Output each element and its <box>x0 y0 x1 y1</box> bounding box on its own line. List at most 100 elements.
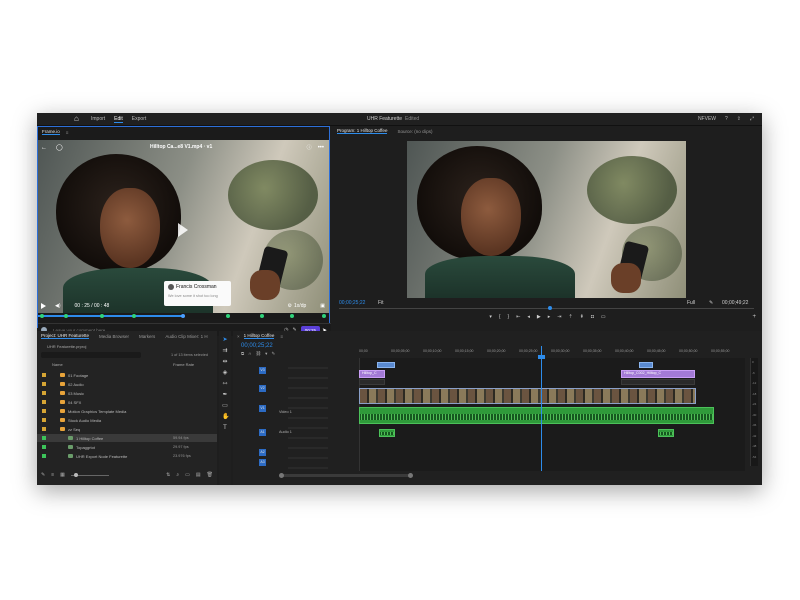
snap-icon[interactable]: ∩ <box>248 351 251 357</box>
compare-icon[interactable]: ▭ <box>601 314 606 320</box>
add-button-icon[interactable]: + <box>752 314 756 320</box>
list-item[interactable]: Motion Graphics Template Media <box>37 407 217 415</box>
marker[interactable] <box>40 314 44 318</box>
link-icon[interactable]: ⛓ <box>255 351 261 357</box>
tab-export[interactable]: Export <box>132 116 146 122</box>
panel-menu-icon[interactable]: ≡ <box>66 130 69 135</box>
tab-frameio[interactable]: Frame.io <box>42 129 60 135</box>
marker[interactable] <box>132 314 136 318</box>
tab-sequence[interactable]: 1 Hilltop Coffee <box>243 333 275 339</box>
nest-icon[interactable]: ⧉ <box>241 351 244 357</box>
play-overlay-icon[interactable] <box>178 223 188 237</box>
track-target-a1[interactable]: A1 <box>259 429 266 436</box>
program-video[interactable] <box>407 141 686 298</box>
step-back-icon[interactable]: ◂ <box>527 314 530 320</box>
volume-icon[interactable]: ◀) <box>55 303 61 309</box>
comment-markers[interactable] <box>38 313 329 319</box>
tab-markers[interactable]: Markers <box>139 334 155 339</box>
timeline-playhead[interactable] <box>541 346 542 471</box>
frameio-file-name[interactable]: Hilltop Ca...e8 V1.mp4 · v1 <box>150 144 212 150</box>
new-item-icon[interactable]: ▤ <box>196 472 201 478</box>
time-ruler[interactable]: 00;00 00;00;05;00 00;00;10;00 00;00;15;00 00… <box>359 349 740 355</box>
marker[interactable] <box>226 314 230 318</box>
sort-icon[interactable]: ⇅ <box>166 472 170 478</box>
share-icon[interactable]: ⇪ <box>737 116 741 122</box>
tab-audio-mixer[interactable]: Audio Clip Mixer: 1 H <box>165 334 207 339</box>
search-icon[interactable]: ⌕ <box>176 472 179 478</box>
go-to-in-icon[interactable]: ⇤ <box>516 314 520 320</box>
column-name[interactable]: Name <box>52 362 63 367</box>
play-icon[interactable] <box>41 303 46 309</box>
track-target-a3[interactable]: A3 <box>259 459 266 466</box>
scroll-handle-left[interactable] <box>279 473 284 478</box>
track-target-video[interactable]: V1 <box>259 405 266 412</box>
scroll-handle-right[interactable] <box>408 473 413 478</box>
zoom-slider[interactable] <box>70 472 109 477</box>
export-frame-icon[interactable]: ◘ <box>591 314 594 320</box>
fullscreen-video-icon[interactable]: ▣ <box>320 303 325 309</box>
lift-icon[interactable]: ⇡ <box>568 314 572 320</box>
marker[interactable] <box>100 314 104 318</box>
clip-v3[interactable] <box>377 362 395 368</box>
settings-icon[interactable]: ⚙ <box>288 303 292 309</box>
playhead-handle[interactable] <box>538 355 545 359</box>
settings-wrench-icon[interactable]: ✎ <box>709 300 713 306</box>
back-arrow-icon[interactable]: ← <box>41 145 47 151</box>
fit-select[interactable]: Fit <box>378 300 384 306</box>
play-button[interactable]: ▶ <box>537 314 541 320</box>
marker-add-icon[interactable]: ▾ <box>265 351 267 357</box>
mark-out-icon[interactable]: } <box>508 314 510 320</box>
list-item[interactable]: zz Seq <box>37 425 217 433</box>
razor-icon[interactable]: ◈ <box>222 370 228 376</box>
pen-icon[interactable]: ✒ <box>222 392 228 398</box>
list-item[interactable]: Topaggrtot 29.97 fps <box>37 443 217 451</box>
tab-import[interactable]: Import <box>91 116 105 122</box>
tab-program[interactable]: Program: 1 Hilltop Coffee <box>337 128 388 134</box>
speed-label[interactable]: 1x/dp <box>294 303 306 309</box>
list-item[interactable]: UHR Export Node Featurette 23.976 fps <box>37 452 217 460</box>
info-icon[interactable]: ⓘ <box>307 144 312 151</box>
fullscreen-icon[interactable]: ⤢ <box>750 116 754 122</box>
clip-v1-overlay[interactable] <box>359 379 385 385</box>
list-item[interactable]: 04 SFX <box>37 398 217 406</box>
marker-icon[interactable]: ▾ <box>489 314 492 320</box>
clip-audio-2[interactable] <box>379 429 395 437</box>
clip-v3[interactable] <box>639 362 653 368</box>
trash-icon[interactable]: 🗑 <box>207 472 213 478</box>
track-target-v2[interactable]: V3 <box>259 367 266 374</box>
tab-edit[interactable]: Edit <box>114 116 123 123</box>
clip-v2[interactable]: Hilltop_C002_Hilltop_C <box>621 370 695 378</box>
list-item[interactable]: 02 Audio <box>37 380 217 388</box>
program-scrubber[interactable] <box>339 306 754 310</box>
clip-v2[interactable]: Hilltop_C <box>359 370 385 378</box>
horizontal-scrollbar[interactable] <box>281 474 411 477</box>
track-toggles[interactable] <box>288 359 328 469</box>
playhead-marker[interactable] <box>548 306 552 310</box>
close-icon[interactable]: × <box>237 334 240 339</box>
clip-video-1[interactable] <box>359 388 696 404</box>
list-item[interactable]: 03 Music <box>37 389 217 397</box>
marker[interactable] <box>181 314 185 318</box>
selection-tool-icon[interactable]: ➤ <box>222 337 228 343</box>
list-view-icon[interactable]: ≡ <box>51 472 54 478</box>
marker[interactable] <box>290 314 294 318</box>
comment-icon[interactable]: ◯ <box>56 144 63 151</box>
track-target-v3[interactable] <box>259 359 266 366</box>
pencil-icon[interactable]: ✎ <box>41 472 45 478</box>
go-to-out-icon[interactable]: ⇥ <box>557 314 561 320</box>
ripple-edit-icon[interactable]: ⇹ <box>222 359 228 365</box>
resolution-select[interactable]: Full <box>687 300 695 306</box>
tab-media-browser[interactable]: Media Browser <box>99 334 129 339</box>
hand-icon[interactable]: ✋ <box>222 414 229 420</box>
list-item[interactable]: 1 Hilltop Coffee 59.94 fps <box>37 434 217 442</box>
list-item[interactable]: 01 Footage <box>37 371 217 379</box>
program-timecode[interactable]: 00;00;25;22 <box>339 300 365 306</box>
rectangle-icon[interactable]: ▭ <box>222 403 228 409</box>
wrench-icon[interactable]: ✎ <box>271 351 275 357</box>
type-icon[interactable]: T <box>222 425 228 431</box>
timeline-timecode[interactable]: 00;00;25;22 <box>241 343 273 349</box>
marker[interactable] <box>322 314 326 318</box>
column-rate[interactable]: Frame Rate <box>173 362 194 367</box>
panel-menu-icon[interactable]: ≡ <box>280 334 283 339</box>
home-icon[interactable]: ⌂ <box>74 115 82 123</box>
